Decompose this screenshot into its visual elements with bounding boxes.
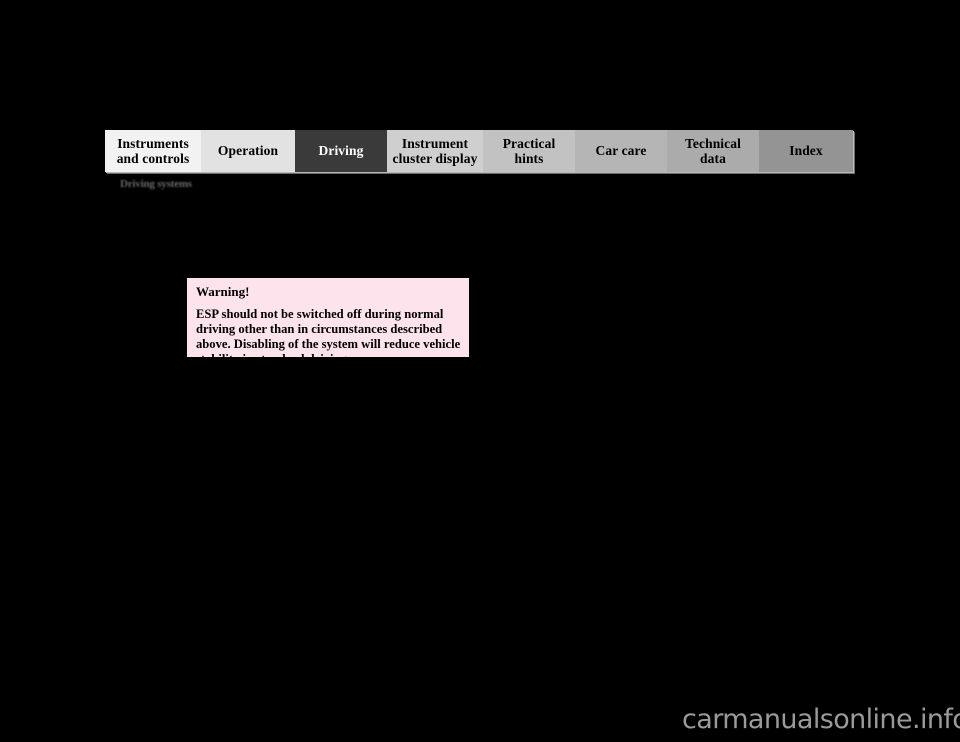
tab-label: Technical data bbox=[685, 135, 741, 166]
tab-label: Instrument cluster display bbox=[392, 135, 478, 166]
section-tab-bar: Instruments and controls Operation Driving I… bbox=[105, 130, 853, 172]
warning-body-text: ESP should not be switched off during no… bbox=[196, 306, 461, 366]
warning-box: Warning! ESP should not be switched off … bbox=[187, 278, 469, 366]
tab-operation[interactable]: Operation bbox=[201, 130, 295, 172]
tab-car-care[interactable]: Car care bbox=[575, 130, 667, 172]
warning-title: Warning! bbox=[196, 284, 250, 299]
tab-instruments-and-controls[interactable]: Instruments and controls bbox=[105, 130, 201, 172]
tab-label: Car care bbox=[595, 143, 647, 159]
tab-technical-data[interactable]: Technical data bbox=[667, 130, 759, 172]
tab-index[interactable]: Index bbox=[759, 130, 853, 172]
tab-label: Instruments and controls bbox=[116, 135, 190, 166]
document-page: Instruments and controls Operation Driving I… bbox=[0, 0, 960, 742]
tab-label: Operation bbox=[217, 143, 279, 159]
section-subtitle: Driving systems bbox=[120, 178, 192, 190]
tab-driving[interactable]: Driving bbox=[295, 130, 387, 172]
tab-label: Driving bbox=[318, 143, 364, 159]
tab-label: Practical hints bbox=[502, 135, 556, 166]
tab-practical-hints[interactable]: Practical hints bbox=[483, 130, 575, 172]
site-watermark: carmanualsonline.info bbox=[682, 704, 960, 735]
tab-instrument-cluster-display[interactable]: Instrument cluster display bbox=[387, 130, 483, 172]
tab-label: Index bbox=[789, 143, 823, 159]
